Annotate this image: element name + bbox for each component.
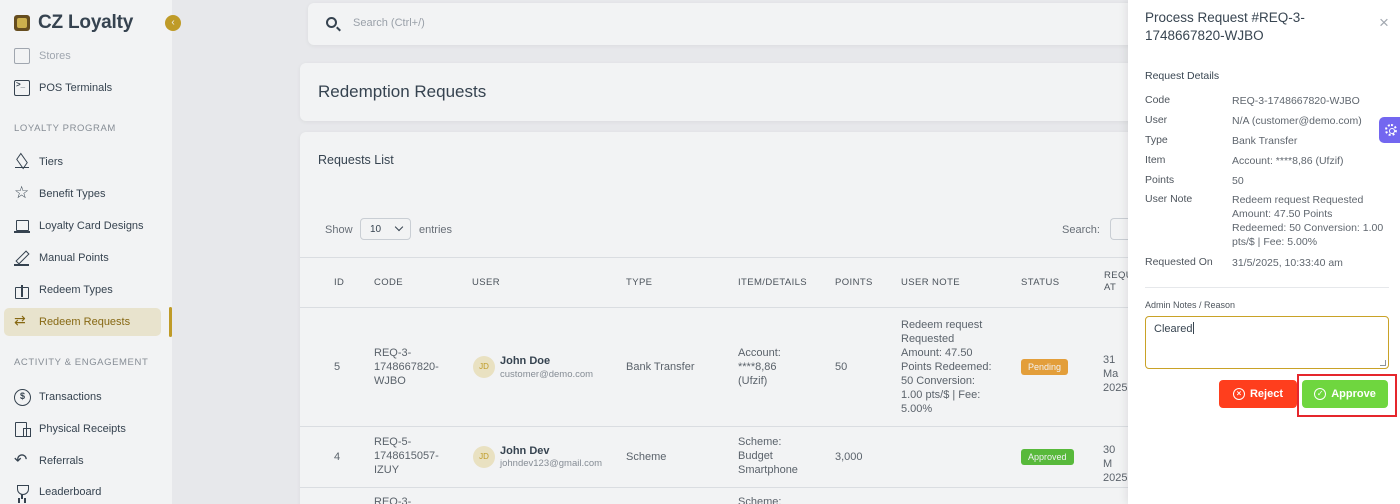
modal-backdrop[interactable] (0, 0, 1128, 504)
admin-notes-label: Admin Notes / Reason (1145, 300, 1236, 310)
detail-value-points: 50 (1232, 175, 1244, 187)
detail-label-requested-on: Requested On (1145, 256, 1213, 268)
detail-label-code: Code (1145, 94, 1171, 106)
detail-label-user-note: User Note (1145, 193, 1193, 205)
request-details-title: Request Details (1145, 70, 1220, 82)
detail-label-type: Type (1145, 134, 1168, 146)
resize-handle-icon[interactable] (1380, 360, 1386, 366)
close-icon[interactable]: × (1376, 14, 1392, 31)
approve-highlight-box (1297, 374, 1397, 417)
detail-value-type: Bank Transfer (1232, 135, 1298, 147)
reject-button-label: Reject (1249, 388, 1284, 400)
reject-button[interactable]: × Reject (1219, 380, 1297, 408)
gear-icon (1385, 124, 1397, 136)
panel-divider (1145, 287, 1389, 288)
admin-notes-value: Cleared (1154, 323, 1193, 335)
text-caret (1192, 322, 1194, 334)
settings-button[interactable] (1379, 117, 1400, 143)
panel-title: Process Request #REQ-3-1748667820-WJBO (1145, 10, 1305, 43)
detail-label-user: User (1145, 114, 1168, 126)
detail-label-item: Item (1145, 154, 1166, 166)
detail-label-points: Points (1145, 174, 1175, 186)
x-circle-icon: × (1232, 388, 1245, 400)
detail-value-user: N/A (customer@demo.com) (1232, 115, 1362, 127)
detail-value-item: Account: ****8,86 (Ufzif) (1232, 155, 1344, 167)
detail-value-code: REQ-3-1748667820-WJBO (1232, 95, 1360, 107)
process-request-panel: Process Request #REQ-3-1748667820-WJBO ×… (1128, 0, 1400, 504)
admin-notes-textarea[interactable]: Cleared (1145, 316, 1389, 369)
detail-value-requested-on: 31/5/2025, 10:33:40 am (1232, 257, 1343, 269)
detail-value-user-note: Redeem request Requested Amount: 47.50 P… (1232, 194, 1384, 248)
